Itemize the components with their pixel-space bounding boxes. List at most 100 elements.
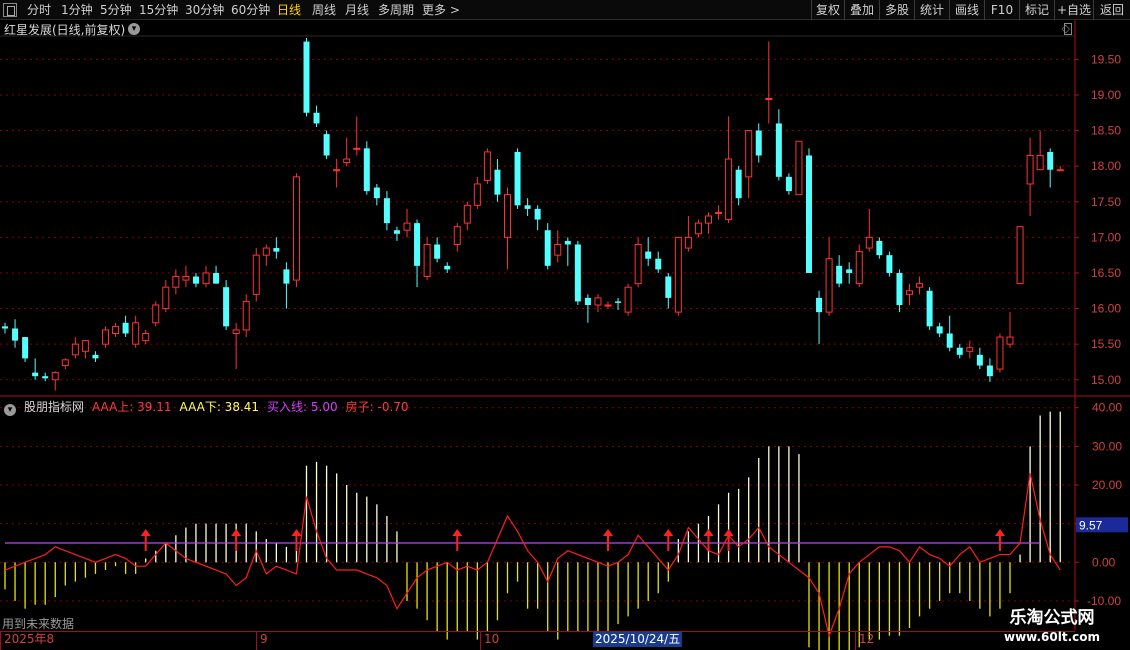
buy-signal-arrow-head bbox=[603, 528, 613, 536]
candle-body-down bbox=[615, 301, 622, 303]
site-watermark: 乐淘公式网 www.60lt.com bbox=[986, 607, 1118, 647]
candle-body-up bbox=[996, 336, 1004, 370]
candle-body-up bbox=[554, 243, 562, 256]
candle-body-up bbox=[705, 215, 712, 224]
candle-body-up bbox=[202, 272, 210, 285]
candle-body-down bbox=[122, 322, 129, 334]
candle-body-down bbox=[213, 272, 220, 284]
current-value-label: 9.57 bbox=[1079, 518, 1103, 532]
candle-body-up bbox=[1036, 154, 1044, 171]
candle-body-down bbox=[836, 265, 843, 284]
candle-body-up bbox=[142, 332, 150, 342]
buy-line-value: 买入线: 5.00 bbox=[267, 400, 338, 414]
buy-signal-arrow-head bbox=[452, 528, 463, 536]
candle-body-down bbox=[363, 148, 370, 192]
candle-body-up bbox=[353, 147, 361, 150]
candle-body-up bbox=[132, 322, 140, 345]
buy-signal-arrow-head bbox=[723, 528, 734, 536]
candle-body-down bbox=[574, 244, 581, 302]
candle-body-down bbox=[414, 223, 421, 266]
candle-body-up bbox=[152, 304, 160, 324]
candle-body-down bbox=[273, 248, 280, 252]
candle-body-down bbox=[896, 272, 903, 305]
price-tick-label: 16.00 bbox=[1091, 302, 1121, 316]
price-tick-label: 18.00 bbox=[1091, 159, 1121, 173]
indicator-tick-label: 20.00 bbox=[1092, 478, 1122, 492]
candle-body-down bbox=[926, 290, 933, 327]
candle-body-up bbox=[966, 347, 974, 352]
candle-body-down bbox=[393, 230, 400, 234]
candle-body-up bbox=[865, 236, 873, 249]
candle-body-up bbox=[333, 169, 341, 172]
candle-body-up bbox=[725, 158, 733, 221]
buy-signal-arrow-head bbox=[140, 528, 151, 536]
scroll-icon[interactable] bbox=[1064, 23, 1072, 35]
buy-signal-arrow-head bbox=[291, 528, 302, 536]
candle-body-down bbox=[494, 169, 501, 195]
candle-body-down bbox=[846, 269, 853, 273]
candle-body-up bbox=[343, 158, 351, 164]
cursor-date-label: 2025/10/24/五 bbox=[593, 632, 683, 647]
candle-body-down bbox=[192, 276, 199, 284]
indicator-series bbox=[4, 411, 1061, 650]
candle-body-up bbox=[61, 359, 69, 367]
candle-body-up bbox=[473, 183, 481, 206]
candle-body-down bbox=[976, 354, 983, 366]
candle-body-down bbox=[313, 112, 320, 124]
candle-body-up bbox=[1026, 154, 1034, 185]
indicator-header: ▾ 股朋指标网 AAA上: 39.11 AAA下: 38.41 买入线: 5.00 房子:… bbox=[4, 398, 417, 416]
candle-body-down bbox=[283, 269, 290, 284]
candle-body-up bbox=[252, 254, 260, 295]
candle-body-up bbox=[453, 226, 461, 245]
candle-body-up bbox=[634, 243, 642, 285]
candle-body-down bbox=[816, 297, 823, 313]
date-tick: 12 bbox=[855, 632, 874, 650]
indicator-name[interactable]: 股朋指标网 bbox=[24, 400, 84, 414]
candle-body-up bbox=[403, 222, 411, 231]
candle-body-down bbox=[434, 244, 441, 259]
candle-body-down bbox=[383, 198, 390, 224]
candle-body-up bbox=[684, 236, 692, 249]
candle-body-up bbox=[81, 340, 89, 352]
buy-signal-arrow-head bbox=[994, 528, 1005, 536]
chevron-down-icon[interactable]: ▾ bbox=[128, 23, 140, 35]
stock-title: 红星发展(日线,前复权) bbox=[4, 23, 126, 37]
candle-body-down bbox=[32, 372, 39, 377]
candle-body-down bbox=[886, 255, 893, 273]
candle-body-up bbox=[604, 304, 612, 307]
price-tick-label: 19.50 bbox=[1091, 52, 1121, 66]
candle-body-up bbox=[504, 194, 511, 238]
candle-body-down bbox=[735, 169, 742, 199]
candle-body-down bbox=[22, 337, 29, 359]
candle-body-up bbox=[242, 300, 250, 331]
candle-body-up bbox=[715, 211, 723, 214]
axis-lines bbox=[0, 20, 1130, 630]
house-line bbox=[4, 473, 1061, 638]
candle-body-down bbox=[936, 326, 943, 334]
candle-body-up bbox=[825, 258, 833, 313]
candle-body-down bbox=[303, 41, 310, 113]
candle-body-down bbox=[755, 130, 762, 156]
candle-body-down bbox=[986, 365, 993, 377]
chart-canvas[interactable]: 19.50 19.00 18.50 18.00 17.50 17.00 16.50 16.00… bbox=[0, 0, 1130, 650]
candle-body-up bbox=[1006, 336, 1014, 345]
candle-body-up bbox=[795, 140, 803, 196]
date-tick: 9 bbox=[256, 632, 268, 650]
candle-body-down bbox=[12, 328, 19, 341]
price-tick-label: 15.00 bbox=[1091, 373, 1121, 387]
indicator-tick-label: -10.00 bbox=[1087, 594, 1121, 608]
candle-body-down bbox=[2, 326, 8, 329]
candle-body-up bbox=[172, 276, 180, 288]
candle-body-down bbox=[806, 155, 812, 273]
price-tick-label: 17.50 bbox=[1091, 195, 1121, 209]
candle-body-down bbox=[564, 240, 571, 245]
indicator-tick-label: 40.00 bbox=[1092, 401, 1122, 415]
candle-body-down bbox=[876, 240, 883, 256]
date-axis: 2025年8 9 10 2025/10/24/五 12 bbox=[0, 631, 1075, 650]
candle-body-up bbox=[624, 286, 632, 313]
chevron-down-icon[interactable]: ▾ bbox=[4, 404, 16, 416]
candle-body-down bbox=[655, 258, 662, 270]
indicator-tick-label: 30.00 bbox=[1092, 439, 1122, 453]
candle-body-up bbox=[1016, 226, 1024, 285]
candle-body-down bbox=[584, 297, 591, 305]
